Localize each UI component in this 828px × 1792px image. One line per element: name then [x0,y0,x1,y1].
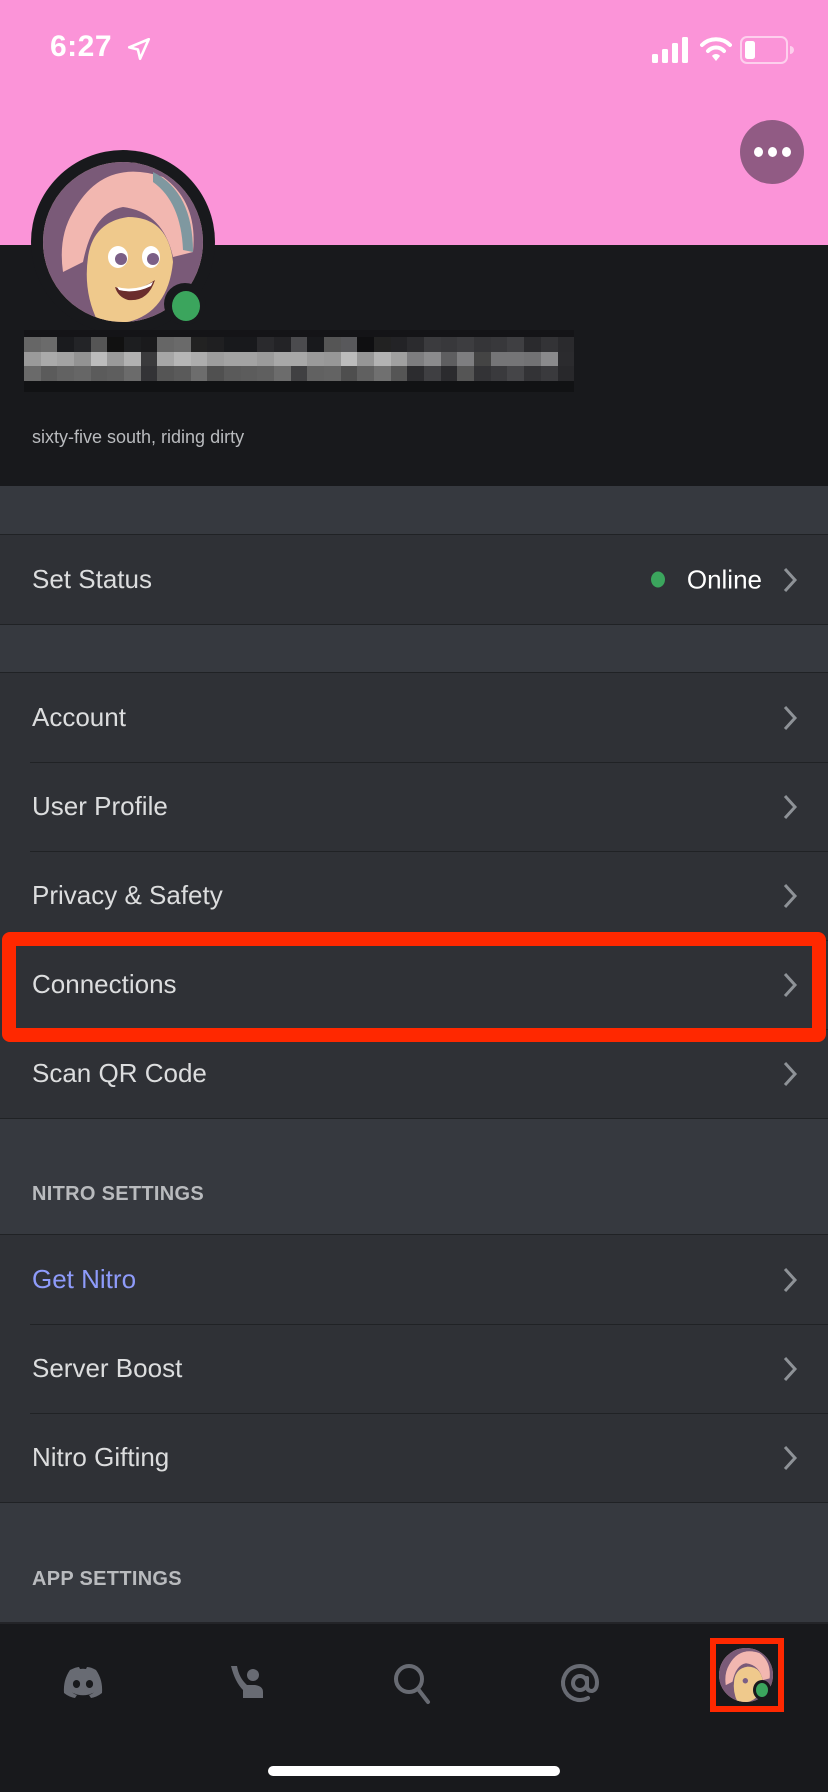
ellipsis-icon [753,147,763,157]
settings-item-label: Account [32,702,126,732]
wifi-icon [700,37,732,61]
chevron-right-icon [783,972,798,997]
settings-item-label: Scan QR Code [32,1058,207,1088]
settings-item-user-profile[interactable]: User Profile [0,762,828,851]
set-status-row[interactable]: Set Status Online [0,535,828,624]
more-options-button[interactable] [740,120,804,184]
chevron-right-icon [783,1061,798,1086]
battery-low-icon [740,36,794,64]
settings-item-label: Connections [32,969,177,999]
ellipsis-dot [767,147,777,157]
settings-item-label: User Profile [32,791,168,821]
location-arrow-icon [127,37,151,61]
online-status-indicator [753,1680,771,1700]
section-header-app-settings: APP SETTINGS [32,1568,182,1590]
online-status-indicator [172,291,200,321]
current-status-text: Online [686,564,762,594]
settings-item-label: Server Boost [32,1353,183,1383]
settings-item-get-nitro[interactable]: Get Nitro [0,1235,828,1324]
chevron-right-icon [783,567,798,592]
search-icon [394,1664,430,1704]
section-header-nitro-settings: NITRO SETTINGS [32,1183,204,1205]
settings-item-nitro-gifting[interactable]: Nitro Gifting [0,1413,828,1502]
profile-bio: sixty-five south, riding dirty [32,427,245,447]
settings-item-label: Nitro Gifting [32,1442,170,1472]
friends-wave-icon [231,1666,263,1698]
username-redacted [24,330,575,393]
status-bar: 6:27 [0,0,828,100]
tab-friends[interactable] [211,1648,281,1718]
chevron-right-icon [783,794,798,819]
chevron-right-icon [783,1267,798,1292]
status-group: Set Status Online [0,534,828,625]
settings-item-label: Privacy & Safety [32,880,223,910]
chevron-right-icon [783,705,798,730]
online-dot-icon [650,571,665,588]
tab-home[interactable] [48,1648,118,1718]
nitro-settings-group: Get Nitro Server Boost Nitro Gifting [0,1234,828,1503]
at-sign-icon [561,1664,600,1702]
settings-item-account[interactable]: Account [0,673,828,762]
home-indicator[interactable] [268,1766,560,1776]
current-status: Online [650,564,762,595]
settings-item-server-boost[interactable]: Server Boost [0,1324,828,1413]
cellular-signal-icon [652,37,688,63]
settings-item-scan-qr-code[interactable]: Scan QR Code [0,1029,828,1118]
chevron-right-icon [783,1445,798,1470]
status-time: 6:27 [50,30,113,63]
settings-item-connections[interactable]: Connections [0,940,828,1029]
discord-logo-icon [63,1667,103,1698]
tab-search[interactable] [378,1648,448,1718]
ellipsis-dot [781,147,791,157]
settings-item-label: Get Nitro [32,1264,137,1294]
tab-mentions[interactable] [545,1648,615,1718]
user-settings-group: Account User Profile Privacy & Safety Co… [0,672,828,1119]
settings-item-privacy-safety[interactable]: Privacy & Safety [0,851,828,940]
chevron-right-icon [783,1356,798,1381]
chevron-right-icon [783,883,798,908]
set-status-label: Set Status [32,564,152,594]
